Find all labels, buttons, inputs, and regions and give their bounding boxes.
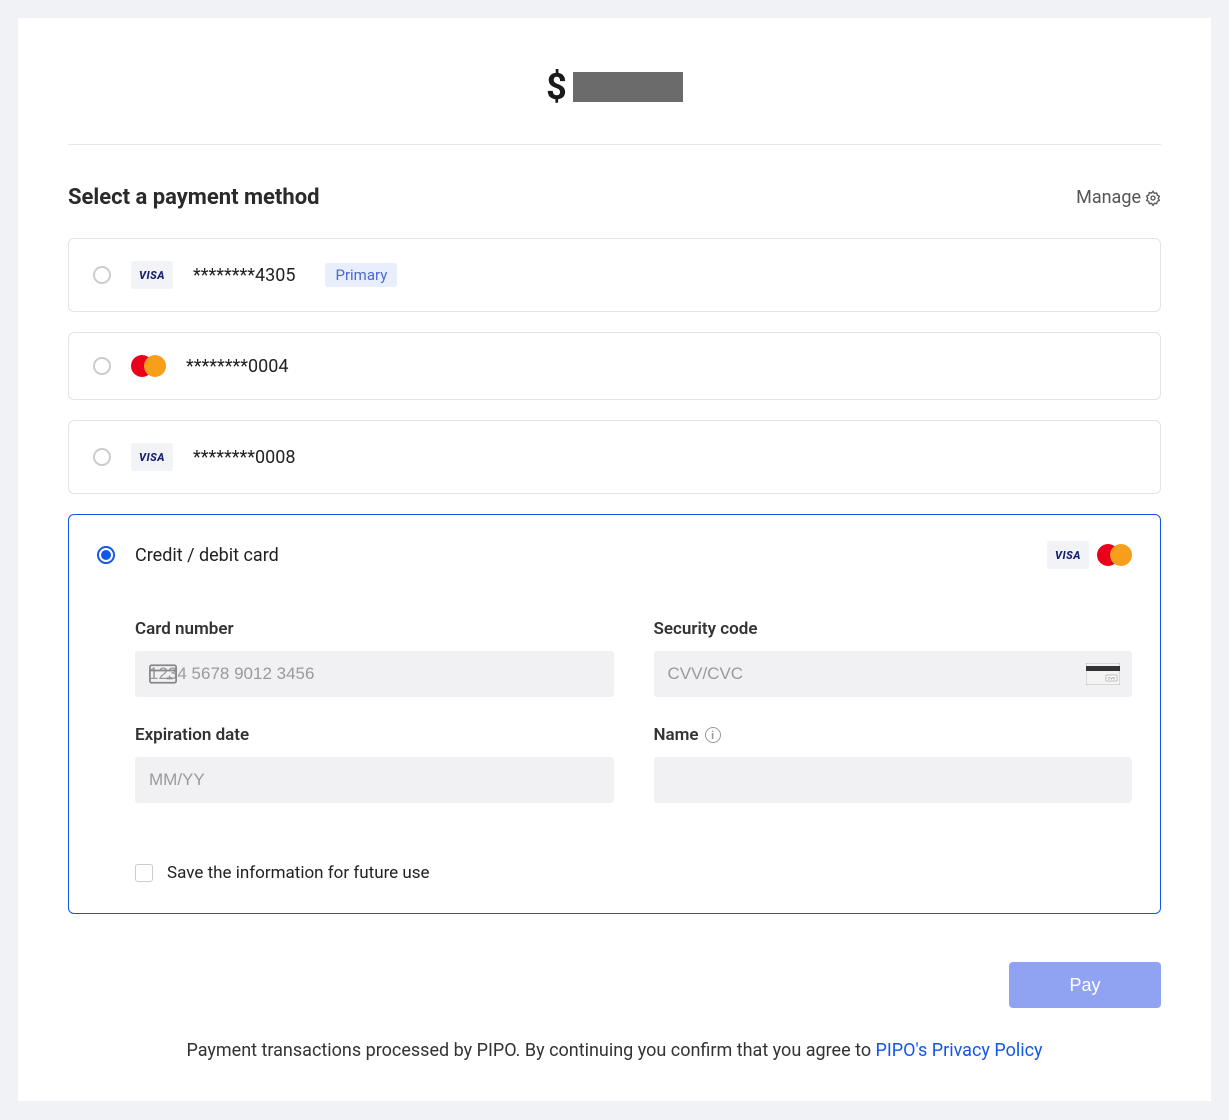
info-icon[interactable]: i [705, 727, 721, 743]
gear-icon [1145, 190, 1161, 206]
mastercard-logo [131, 355, 166, 377]
radio-selected[interactable] [97, 546, 115, 564]
payment-method-option[interactable]: VISA ********0008 [68, 420, 1161, 494]
amount-row: $ [68, 48, 1161, 145]
amount-redacted [573, 72, 683, 102]
field-expiration: Expiration date [135, 725, 614, 803]
currency-symbol: $ [546, 66, 567, 108]
security-code-input[interactable] [654, 651, 1133, 697]
new-card-header: Credit / debit card VISA [97, 541, 1132, 569]
disclaimer-text: Payment transactions processed by PIPO. … [186, 1040, 875, 1061]
payment-method-new-card[interactable]: Credit / debit card VISA Card number Sec… [68, 514, 1161, 914]
visa-logo: VISA [1047, 541, 1089, 569]
card-masked-number: ********0004 [186, 356, 288, 377]
manage-link-label: Manage [1076, 187, 1141, 208]
visa-logo: VISA [131, 261, 173, 289]
card-masked-number: ********4305 [193, 265, 295, 286]
radio-unselected[interactable] [93, 357, 111, 375]
new-card-label: Credit / debit card [135, 545, 279, 566]
payment-method-option[interactable]: VISA ********4305 Primary [68, 238, 1161, 312]
card-masked-number: ********0008 [193, 447, 295, 468]
payment-method-option[interactable]: ********0004 [68, 332, 1161, 400]
section-title: Select a payment method [68, 185, 320, 210]
supported-brands: VISA [1047, 541, 1132, 569]
card-number-label: Card number [135, 619, 614, 639]
field-security-code: Security code CVV [654, 619, 1133, 697]
pay-row: Pay [68, 962, 1161, 1008]
field-card-number: Card number [135, 619, 614, 697]
visa-logo: VISA [131, 443, 173, 471]
radio-unselected[interactable] [93, 266, 111, 284]
radio-unselected[interactable] [93, 448, 111, 466]
expiration-label: Expiration date [135, 725, 614, 745]
save-checkbox[interactable] [135, 864, 153, 882]
card-form: Card number Security code CVV [97, 619, 1132, 803]
save-label: Save the information for future use [167, 863, 430, 883]
disclaimer: Payment transactions processed by PIPO. … [68, 1040, 1161, 1061]
section-header: Select a payment method Manage [68, 185, 1161, 210]
field-name: Name i [654, 725, 1133, 803]
name-input[interactable] [654, 757, 1133, 803]
privacy-policy-link[interactable]: PIPO's Privacy Policy [876, 1040, 1043, 1061]
name-label: Name i [654, 725, 1133, 745]
primary-badge: Primary [325, 263, 397, 287]
name-label-text: Name [654, 725, 699, 745]
mastercard-logo [1097, 544, 1132, 566]
payment-panel: $ Select a payment method Manage VISA **… [18, 18, 1211, 1101]
card-number-input[interactable] [135, 651, 614, 697]
pay-button[interactable]: Pay [1009, 962, 1161, 1008]
expiration-input[interactable] [135, 757, 614, 803]
save-row: Save the information for future use [97, 863, 1132, 883]
manage-link[interactable]: Manage [1076, 187, 1161, 208]
amount-display: $ [546, 66, 683, 108]
security-code-label: Security code [654, 619, 1133, 639]
